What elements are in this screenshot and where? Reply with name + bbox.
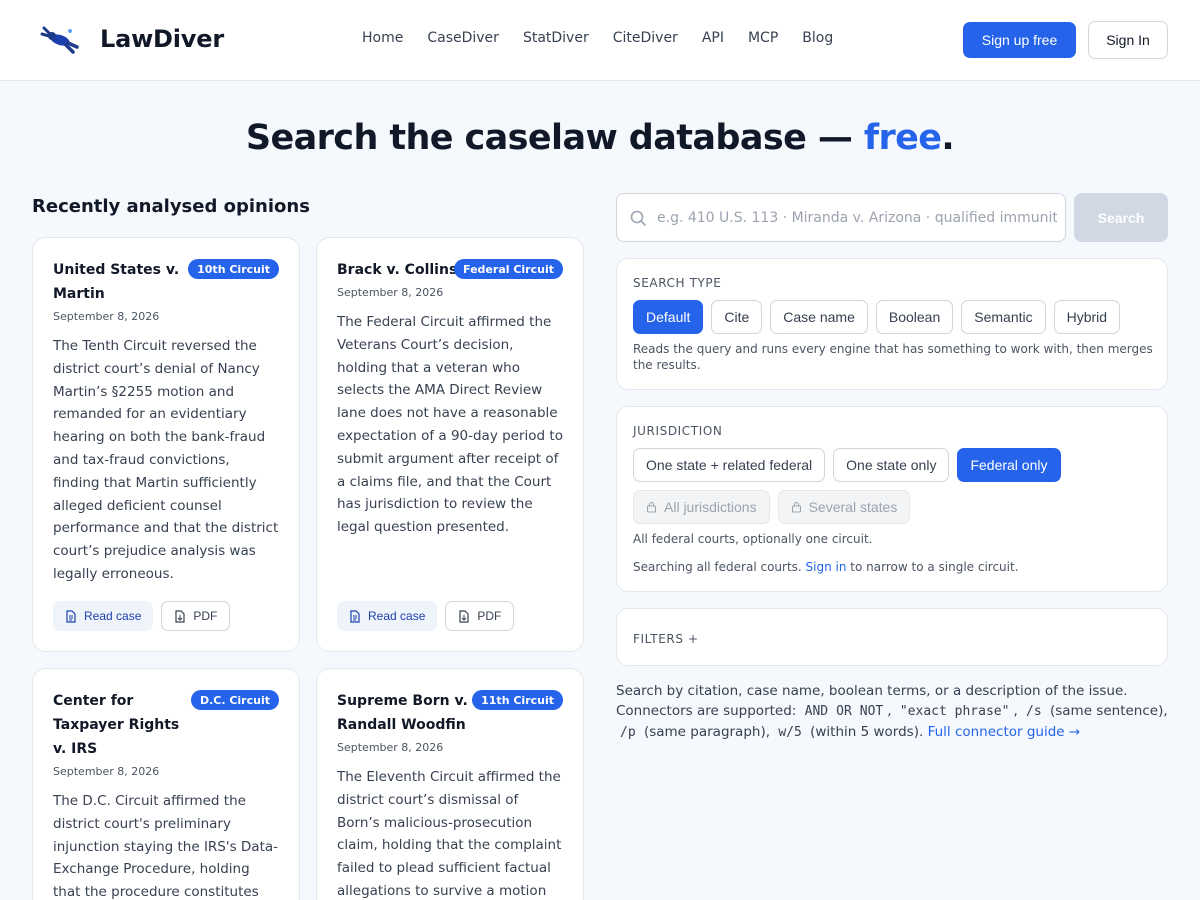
search-box bbox=[616, 193, 1066, 242]
jurisdiction-federal-only[interactable]: Federal only bbox=[957, 448, 1061, 482]
search-type-boolean[interactable]: Boolean bbox=[875, 300, 954, 334]
page-title-accent: free bbox=[863, 118, 942, 158]
help-line-3: /p (same paragraph), w/5 (within 5 words… bbox=[616, 722, 1176, 743]
search-type-description: Reads the query and runs every engine th… bbox=[633, 342, 1153, 372]
connector-not: NOT bbox=[859, 704, 884, 719]
read-case-button[interactable]: Read case bbox=[53, 601, 154, 631]
connector-guide-link[interactable]: Full connector guide → bbox=[928, 724, 1081, 740]
court-badge: Federal Circuit bbox=[454, 259, 563, 279]
jurisdiction-state-federal[interactable]: One state + related federal bbox=[633, 448, 826, 482]
connector-sentence: /s bbox=[1026, 704, 1042, 719]
case-summary: The Federal Circuit affirmed the Veteran… bbox=[337, 314, 563, 536]
pdf-download-icon bbox=[175, 609, 185, 623]
search-type-options: Default Cite Case name Boolean Semantic … bbox=[633, 300, 1128, 334]
page-title-suffix: . bbox=[941, 118, 955, 158]
search-type-hybrid[interactable]: Hybrid bbox=[1053, 300, 1121, 334]
read-case-button[interactable]: Read case bbox=[337, 601, 438, 631]
search-button[interactable]: Search bbox=[1074, 193, 1168, 242]
connector-sentence-desc: (same sentence), bbox=[1049, 703, 1168, 719]
search-type-default[interactable]: Default bbox=[633, 300, 704, 334]
court-badge: 10th Circuit bbox=[188, 259, 279, 279]
nav-home[interactable]: Home bbox=[362, 30, 403, 46]
nav-mcp[interactable]: MCP bbox=[748, 30, 778, 46]
signin-link[interactable]: Sign in bbox=[806, 560, 847, 574]
jurisdiction-several-label: Several states bbox=[808, 499, 898, 515]
sign-in-button[interactable]: Sign In bbox=[1088, 21, 1168, 59]
opinion-card: United States v. Martin 10th Circuit Sep… bbox=[32, 237, 300, 652]
lock-icon bbox=[646, 501, 657, 513]
top-navigation-bar: LawDiver Home CaseDiver StatDiver CiteDi… bbox=[0, 0, 1200, 81]
case-date: September 8, 2026 bbox=[53, 310, 160, 323]
main-nav: Home CaseDiver StatDiver CiteDiver API M… bbox=[362, 30, 857, 46]
court-badge: D.C. Circuit bbox=[190, 690, 279, 710]
jurisdiction-signin-note: Searching all federal courts. Sign in to… bbox=[633, 559, 1153, 575]
filters-panel[interactable]: FILTERS + bbox=[616, 608, 1168, 666]
help-line-2: Connectors are supported: AND OR NOT, "exa… bbox=[616, 703, 1168, 719]
search-type-panel: SEARCH TYPE Default Cite Case name Boole… bbox=[616, 258, 1168, 390]
pdf-button[interactable]: PDF bbox=[445, 601, 515, 631]
help-line-1: Search by citation, case name, boolean t… bbox=[616, 683, 1128, 699]
case-date: September 8, 2026 bbox=[337, 286, 444, 299]
search-type-label: SEARCH TYPE bbox=[633, 276, 722, 290]
case-summary: The Tenth Circuit reversed the district … bbox=[53, 338, 279, 582]
signin-note-suffix: to narrow to a single circuit. bbox=[846, 560, 1019, 574]
nav-blog[interactable]: Blog bbox=[802, 30, 833, 46]
case-date: September 8, 2026 bbox=[53, 765, 160, 778]
nav-statdiver[interactable]: StatDiver bbox=[523, 30, 589, 46]
lock-icon bbox=[791, 501, 801, 513]
pdf-label: PDF bbox=[193, 609, 218, 623]
nav-citediver[interactable]: CiteDiver bbox=[613, 30, 678, 46]
brand-logo[interactable]: LawDiver bbox=[40, 22, 224, 56]
card-actions: Read case PDF bbox=[53, 601, 231, 631]
connector-paragraph: /p bbox=[620, 725, 636, 740]
connectors-label: Connectors are supported: bbox=[616, 703, 797, 719]
sign-up-button[interactable]: Sign up free bbox=[963, 22, 1076, 58]
recent-opinions-title: Recently analysed opinions bbox=[32, 196, 310, 217]
search-type-semantic[interactable]: Semantic bbox=[961, 300, 1046, 334]
connector-paragraph-desc: (same paragraph), bbox=[643, 724, 771, 740]
connector-within-desc: (within 5 words). bbox=[810, 724, 924, 740]
court-badge: 11th Circuit bbox=[472, 690, 563, 710]
read-case-label: Read case bbox=[84, 609, 142, 623]
jurisdiction-note: All federal courts, optionally one circu… bbox=[633, 532, 873, 546]
nav-api[interactable]: API bbox=[702, 30, 724, 46]
jurisdiction-locked-options: All jurisdictions Several states bbox=[633, 490, 918, 524]
pdf-label: PDF bbox=[477, 609, 502, 623]
connector-within: w/5 bbox=[778, 725, 802, 740]
pdf-download-icon bbox=[459, 609, 469, 623]
search-help: Search by citation, case name, boolean t… bbox=[616, 681, 1176, 743]
diver-logo-icon bbox=[40, 26, 79, 54]
connector-phrase: "exact phrase" bbox=[899, 704, 1010, 719]
opinion-card: Supreme Born v. Randall Woodfin 11th Cir… bbox=[316, 668, 584, 900]
document-icon bbox=[66, 609, 76, 623]
opinion-card: Center for Taxpayer Rights v. IRS D.C. C… bbox=[32, 668, 300, 900]
filters-toggle[interactable]: FILTERS + bbox=[633, 632, 699, 646]
connector-and: AND bbox=[804, 704, 829, 719]
card-actions: Read case PDF bbox=[337, 601, 515, 631]
case-date: September 8, 2026 bbox=[337, 741, 444, 754]
search-icon bbox=[630, 210, 646, 226]
page-title-prefix: Search the caselaw database — bbox=[245, 118, 864, 158]
opinion-card: Brack v. Collins Federal Circuit Septemb… bbox=[316, 237, 584, 652]
brand-name: LawDiver bbox=[100, 25, 224, 53]
jurisdiction-state-only[interactable]: One state only bbox=[833, 448, 950, 482]
read-case-label: Read case bbox=[368, 609, 426, 623]
pdf-button[interactable]: PDF bbox=[161, 601, 231, 631]
document-icon bbox=[350, 609, 360, 623]
search-type-cite[interactable]: Cite bbox=[711, 300, 763, 334]
search-type-case-name[interactable]: Case name bbox=[770, 300, 868, 334]
jurisdiction-label: JURISDICTION bbox=[633, 424, 723, 438]
jurisdiction-all-label: All jurisdictions bbox=[664, 499, 757, 515]
page-title: Search the caselaw database — free. bbox=[0, 118, 1200, 158]
case-summary: The Eleventh Circuit affirmed the distri… bbox=[337, 769, 562, 899]
nav-casediver[interactable]: CaseDiver bbox=[427, 30, 499, 46]
search-input[interactable] bbox=[657, 209, 1057, 226]
connector-or: OR bbox=[836, 704, 852, 719]
case-summary: The D.C. Circuit affirmed the district c… bbox=[53, 793, 279, 900]
jurisdiction-panel: JURISDICTION One state + related federal… bbox=[616, 406, 1168, 592]
jurisdiction-options: One state + related federal One state on… bbox=[633, 448, 1069, 482]
signin-note-prefix: Searching all federal courts. bbox=[633, 560, 806, 574]
jurisdiction-all-locked[interactable]: All jurisdictions bbox=[633, 490, 770, 524]
jurisdiction-several-locked[interactable]: Several states bbox=[777, 490, 911, 524]
